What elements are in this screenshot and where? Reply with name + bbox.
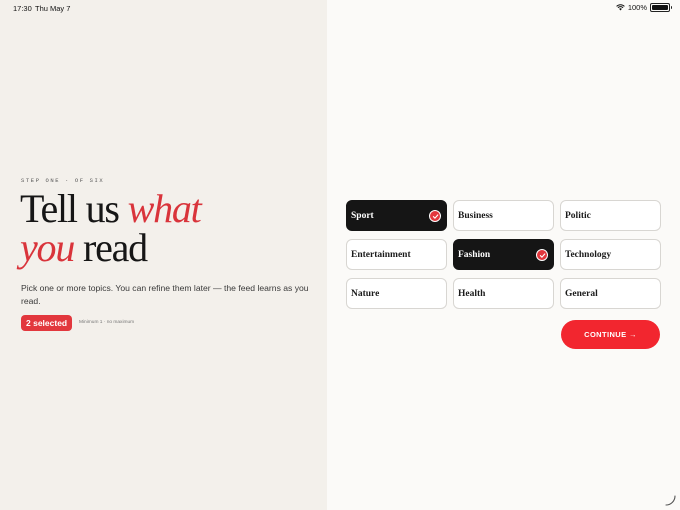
check-icon: [429, 210, 441, 222]
status-bar: 17:30 Thu May 7 100%: [0, 0, 680, 16]
headline-part2: read: [74, 225, 148, 270]
battery-percent: 100%: [627, 3, 647, 12]
status-date: Thu May 7: [35, 4, 71, 13]
topic-general[interactable]: General: [560, 278, 661, 309]
topic-label: Nature: [351, 288, 380, 299]
topic-politic[interactable]: Politic: [560, 200, 661, 231]
resize-handle-icon[interactable]: [664, 494, 676, 506]
description: Pick one or more topics. You can refine …: [21, 283, 309, 306]
minimum-note: Minimum 1 · no maximum: [79, 320, 135, 325]
wifi-icon: [616, 4, 625, 11]
status-right: 100%: [616, 3, 672, 12]
check-icon: [536, 249, 548, 261]
topic-grid: Sport Business Politic Entertainment Fas…: [346, 200, 661, 309]
topic-label: Business: [458, 210, 493, 221]
topic-business[interactable]: Business: [453, 200, 554, 231]
topic-sport[interactable]: Sport: [346, 200, 447, 231]
topic-health[interactable]: Health: [453, 278, 554, 309]
status-time: 17:30: [13, 4, 32, 13]
battery-icon: [650, 3, 672, 12]
topic-nature[interactable]: Nature: [346, 278, 447, 309]
battery-fill: [652, 5, 668, 10]
topic-label: Technology: [565, 249, 612, 260]
topic-entertainment[interactable]: Entertainment: [346, 239, 447, 270]
topic-label: Politic: [565, 210, 591, 221]
topic-label: Health: [458, 288, 486, 299]
topic-technology[interactable]: Technology: [560, 239, 661, 270]
selected-count-badge: 2 selected: [21, 315, 73, 331]
continue-button[interactable]: CONTINUE →: [561, 320, 660, 349]
topic-fashion[interactable]: Fashion: [453, 239, 554, 270]
topic-label: Entertainment: [351, 249, 411, 260]
headline: Tell us what you read: [20, 189, 202, 270]
topic-label: General: [565, 288, 598, 299]
headline-accent-you: you: [20, 225, 75, 270]
step-label: STEP ONE · OF SIX: [21, 177, 105, 184]
topic-label: Fashion: [458, 249, 491, 260]
topic-label: Sport: [351, 210, 374, 221]
